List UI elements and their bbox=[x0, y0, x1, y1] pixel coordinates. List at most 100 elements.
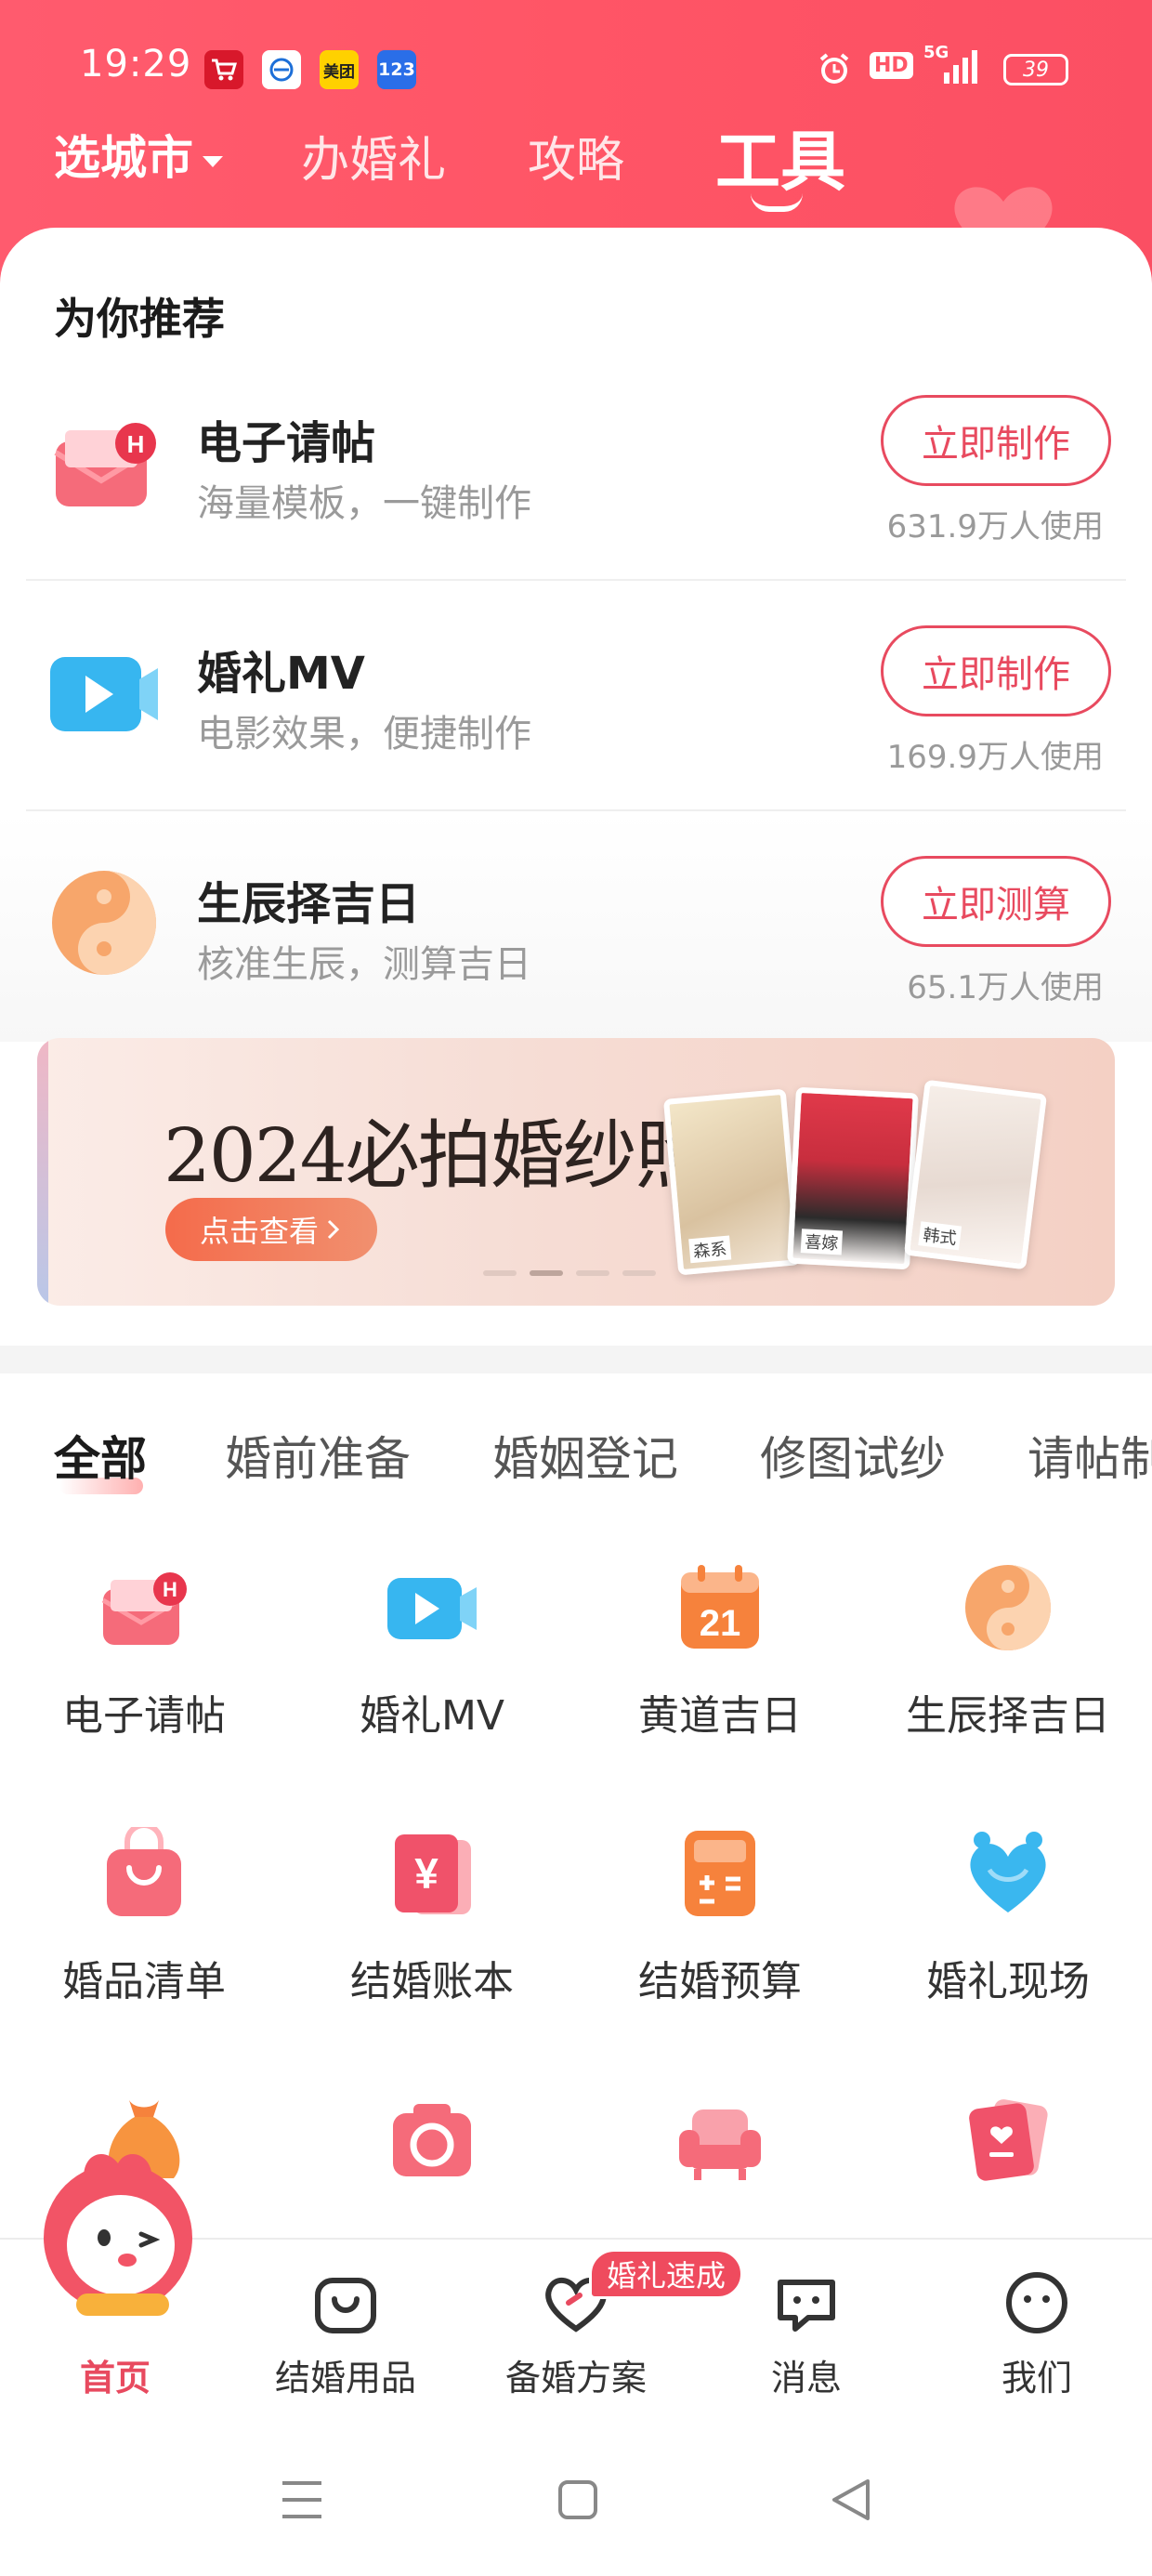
make-mv-button[interactable]: 立即制作 bbox=[881, 625, 1111, 716]
tool-label: 结婚预算 bbox=[638, 1958, 802, 2005]
recommend-item[interactable]: H 电子请帖 海量模板，一键制作 立即制作 631.9万人使用 bbox=[0, 350, 1152, 581]
top-navigation: 选城市 办婚礼 攻略 工具 bbox=[0, 110, 1152, 212]
usage-count: 631.9万人使用 bbox=[886, 508, 1104, 545]
certificate-icon bbox=[969, 2099, 1048, 2181]
smiley-face-icon bbox=[1006, 2272, 1067, 2333]
tool-item[interactable]: 婚礼MV bbox=[288, 1561, 576, 1766]
tool-label: 结婚账本 bbox=[350, 1958, 514, 2005]
make-invitation-button[interactable]: 立即制作 bbox=[881, 395, 1111, 486]
svg-text:H: H bbox=[127, 430, 145, 458]
carousel-dot[interactable] bbox=[483, 1270, 517, 1276]
tab-wedding[interactable]: 办婚礼 bbox=[301, 121, 446, 191]
tool-item[interactable]: 婚礼现场 bbox=[864, 1827, 1152, 2031]
calculate-date-button[interactable]: 立即测算 bbox=[881, 856, 1111, 947]
tab-label: 备婚方案 bbox=[504, 2358, 647, 2399]
view-more-label: 点击查看 bbox=[199, 1214, 319, 1249]
recommend-subtitle: 电影效果，便捷制作 bbox=[197, 713, 531, 756]
carousel-dots bbox=[483, 1270, 656, 1276]
video-play-icon bbox=[387, 1578, 477, 1639]
chevron-down-icon bbox=[203, 155, 223, 167]
calculator-icon bbox=[685, 1831, 755, 1916]
yuan-ledger-icon: ¥ bbox=[395, 1834, 471, 1914]
yuan-symbol: ¥ bbox=[414, 1849, 439, 1898]
view-more-button[interactable]: 点击查看 bbox=[165, 1198, 377, 1261]
tool-label: 电子请帖 bbox=[62, 1692, 226, 1740]
tool-label: 婚品清单 bbox=[62, 1958, 226, 2005]
zhaoshang-icon bbox=[262, 50, 301, 89]
sofa-icon bbox=[679, 2109, 761, 2180]
battery-indicator: 39 bbox=[1003, 54, 1068, 85]
hd-badge: HD bbox=[870, 52, 913, 79]
tab-label: 我们 bbox=[1001, 2358, 1072, 2399]
city-selector[interactable]: 选城市 bbox=[54, 121, 223, 188]
tool-item[interactable]: 生辰择吉日 bbox=[864, 1561, 1152, 1766]
category-tab-retouch[interactable]: 修图试纱 bbox=[760, 1422, 946, 1489]
tab-wedding-goods[interactable]: 结婚用品 bbox=[230, 2240, 461, 2425]
recommend-item[interactable]: 生辰择吉日 核准生辰，测算吉日 立即测算 65.1万人使用 bbox=[0, 811, 1152, 1042]
heart-scene-icon bbox=[970, 1832, 1046, 1912]
promo-banner[interactable]: 2024必拍婚纱照 点击查看 森系 喜嫁 韩式 bbox=[37, 1038, 1115, 1306]
category-tab-invitation[interactable]: 请帖制 bbox=[1028, 1422, 1152, 1489]
wedding-photo: 韩式 bbox=[903, 1079, 1048, 1270]
signal-icon bbox=[944, 50, 977, 84]
status-time: 19:29 bbox=[80, 43, 192, 85]
photo-label: 森系 bbox=[688, 1235, 732, 1264]
section-separator bbox=[0, 1346, 1152, 1373]
mascot-home-icon[interactable] bbox=[39, 2126, 197, 2331]
recommend-subtitle: 核准生辰，测算吉日 bbox=[197, 943, 531, 986]
tool-label: 生辰择吉日 bbox=[906, 1692, 1110, 1740]
shopping-bag-icon bbox=[107, 1827, 181, 1916]
invitation-envelope-icon: H bbox=[54, 423, 156, 506]
recommend-title: 婚礼MV bbox=[197, 648, 365, 700]
tool-item[interactable]: 婚品清单 bbox=[0, 1827, 288, 2031]
banner-edge bbox=[37, 1038, 48, 1306]
category-tab-label: 全部 bbox=[54, 1432, 147, 1486]
tab-guide[interactable]: 攻略 bbox=[528, 121, 624, 191]
back-triangle-icon[interactable] bbox=[831, 2477, 871, 2522]
tool-item[interactable]: 21 黄道吉日 bbox=[576, 1561, 864, 1766]
app-123-icon: 123 bbox=[377, 50, 416, 89]
meituan-icon: 美团 bbox=[320, 50, 359, 89]
tool-label: 婚礼现场 bbox=[926, 1958, 1090, 2005]
video-play-icon bbox=[50, 657, 158, 731]
photo-label: 喜嫁 bbox=[800, 1229, 844, 1255]
yin-yang-icon bbox=[52, 871, 156, 975]
recommend-title: 生辰择吉日 bbox=[197, 878, 421, 930]
camera-icon bbox=[393, 2104, 471, 2176]
recommend-item[interactable]: 婚礼MV 电影效果，便捷制作 立即制作 169.9万人使用 bbox=[0, 581, 1152, 811]
calendar-number: 21 bbox=[700, 1603, 741, 1644]
chevron-right-icon bbox=[327, 1219, 340, 1240]
tool-item[interactable]: 结婚预算 bbox=[576, 1827, 864, 2031]
usage-count: 65.1万人使用 bbox=[907, 969, 1104, 1006]
tab-tools[interactable]: 工具 bbox=[715, 110, 845, 204]
menu-icon[interactable] bbox=[281, 2479, 323, 2520]
taobao-icon bbox=[204, 50, 243, 89]
tool-label: 黄道吉日 bbox=[638, 1692, 802, 1740]
calendar-icon: 21 bbox=[681, 1565, 759, 1649]
tool-item[interactable]: H 电子请帖 bbox=[0, 1561, 288, 1766]
city-selector-label: 选城市 bbox=[54, 131, 193, 185]
category-tab-registration[interactable]: 婚姻登记 bbox=[492, 1422, 678, 1489]
wedding-photo: 森系 bbox=[662, 1088, 802, 1276]
section-title: 为你推荐 bbox=[54, 294, 225, 344]
chat-bubble-icon bbox=[778, 2280, 835, 2332]
carousel-dot[interactable] bbox=[622, 1270, 656, 1276]
shopping-bag-icon bbox=[315, 2278, 376, 2333]
tool-item[interactable]: ¥ 结婚账本 bbox=[288, 1827, 576, 2031]
carousel-dot-active[interactable] bbox=[530, 1270, 563, 1276]
invitation-envelope-icon: H bbox=[101, 1572, 187, 1645]
yin-yang-icon bbox=[965, 1565, 1051, 1650]
wedding-quick-badge[interactable]: 婚礼速成 bbox=[589, 2249, 743, 2299]
banner-title: 2024必拍婚纱照 bbox=[164, 1112, 710, 1199]
carousel-dot[interactable] bbox=[576, 1270, 609, 1276]
home-square-icon[interactable] bbox=[557, 2479, 598, 2520]
svg-text:H: H bbox=[163, 1578, 177, 1601]
photo-label: 韩式 bbox=[918, 1221, 962, 1251]
category-tabs: 全部 婚前准备 婚姻登记 修图试纱 请帖制 bbox=[0, 1422, 1152, 1496]
tab-profile[interactable]: 我们 bbox=[922, 2240, 1152, 2425]
category-tab-all[interactable]: 全部 bbox=[54, 1422, 147, 1494]
alarm-icon bbox=[819, 53, 849, 84]
status-bar: 19:29 美团 123 HD 5G 39 bbox=[0, 37, 1152, 102]
system-navigation-bar bbox=[0, 2424, 1152, 2576]
category-tab-prep[interactable]: 婚前准备 bbox=[225, 1422, 411, 1489]
